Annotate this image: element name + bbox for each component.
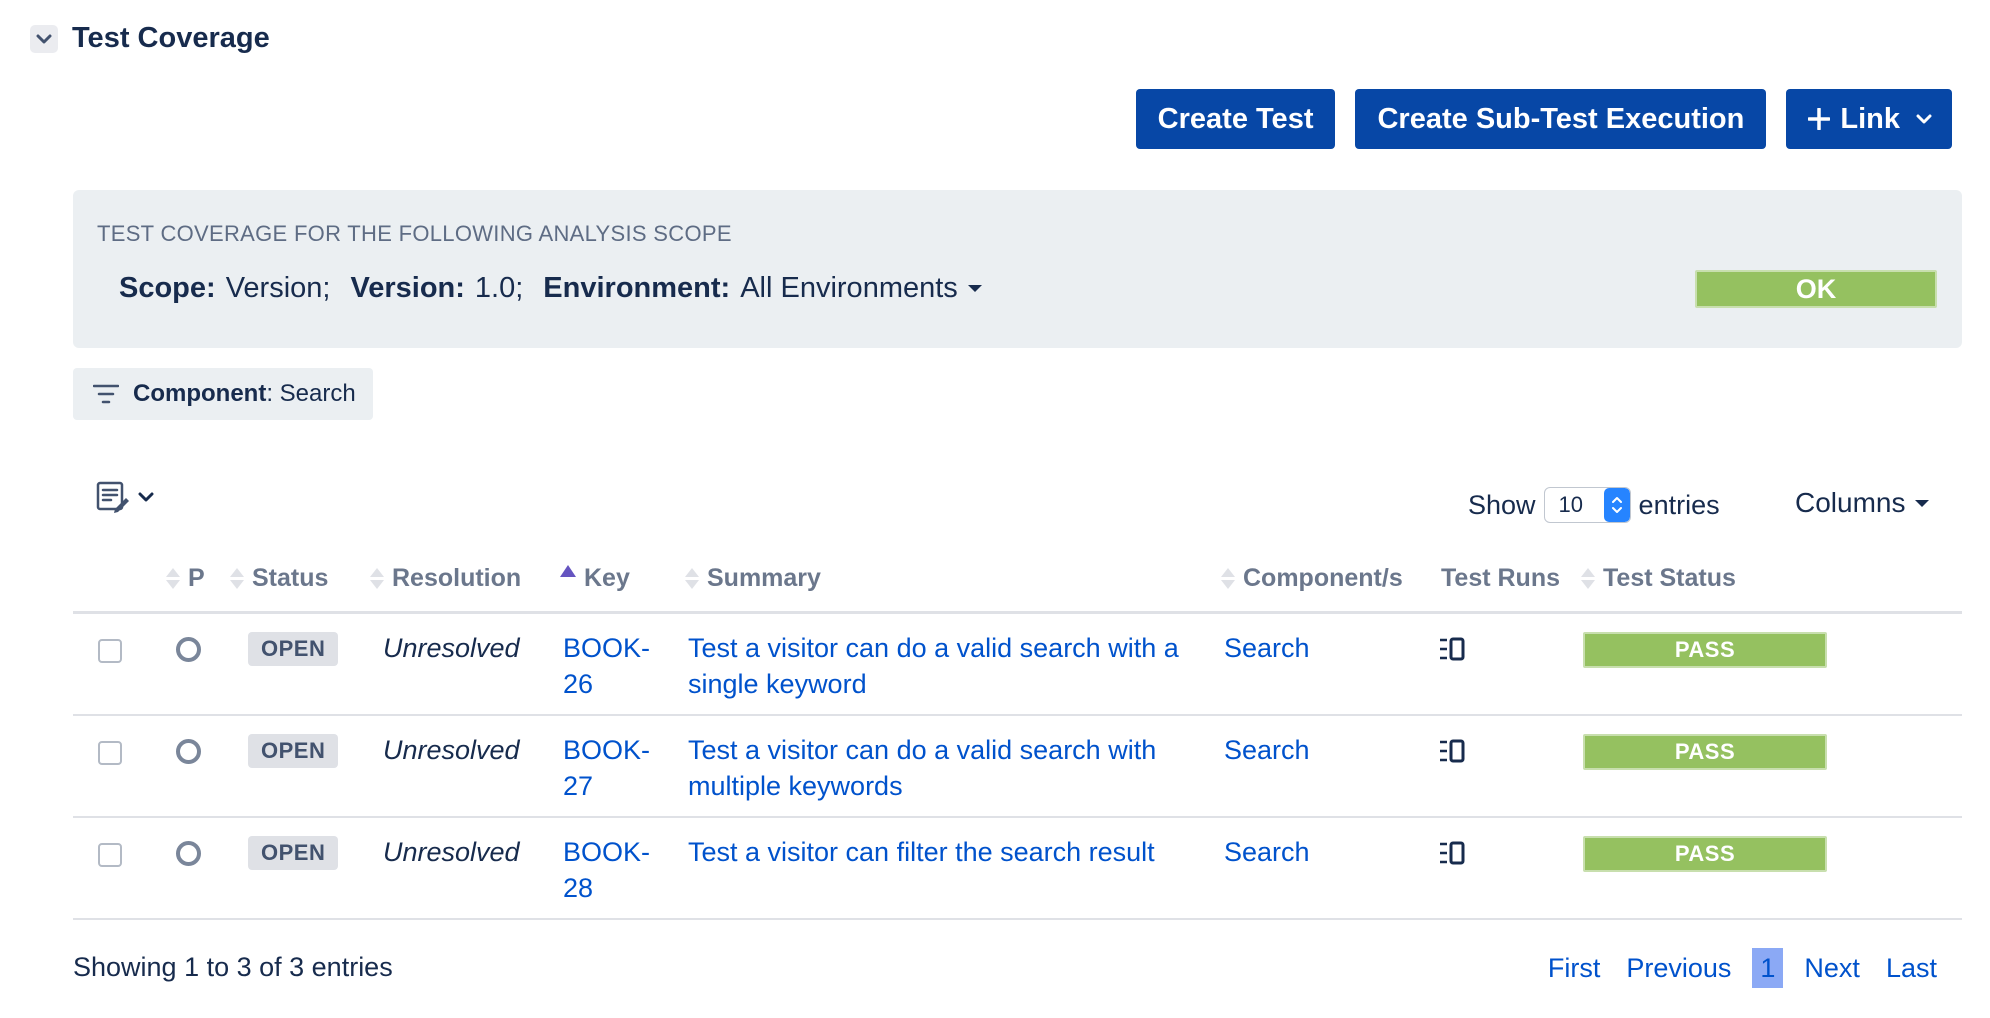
chevron-down-icon	[138, 492, 154, 502]
issue-key-link[interactable]: BOOK-28	[563, 834, 653, 906]
pagination-first[interactable]: First	[1535, 948, 1613, 988]
scope-summary: Scope: Version; Version: 1.0; Environmen…	[119, 272, 982, 305]
table-row: OPEN Unresolved BOOK-28 Test a visitor c…	[73, 818, 1962, 920]
show-entries-control: Show 10 entries	[1468, 487, 1720, 523]
test-coverage-table: P Status Resolution Key Summary Componen…	[73, 550, 1962, 920]
issue-key-link[interactable]: BOOK-26	[563, 630, 653, 702]
filter-label: Component	[133, 380, 267, 407]
summary-link[interactable]: Test a visitor can do a valid search wit…	[688, 732, 1188, 804]
component-link[interactable]: Search	[1224, 834, 1310, 870]
create-test-button[interactable]: Create Test	[1135, 89, 1336, 149]
component-link[interactable]: Search	[1224, 630, 1310, 666]
row-checkbox[interactable]	[98, 843, 122, 867]
priority-circle-icon	[176, 637, 201, 662]
environment-label: Environment:	[543, 272, 731, 304]
section-title: Test Coverage	[72, 22, 270, 54]
pagination-next[interactable]: Next	[1791, 948, 1873, 988]
row-checkbox[interactable]	[98, 741, 122, 765]
priority-circle-icon	[176, 739, 201, 764]
resolution-cell: Unresolved	[383, 633, 520, 663]
pagination-previous[interactable]: Previous	[1613, 948, 1744, 988]
column-header-test-status[interactable]: Test Status	[1581, 564, 1736, 593]
create-sub-test-execution-button[interactable]: Create Sub-Test Execution	[1355, 89, 1767, 149]
column-header-resolution[interactable]: Resolution	[370, 564, 521, 593]
edit-list-icon	[96, 481, 129, 513]
link-button-label: Link	[1840, 102, 1900, 135]
sort-ascending-icon	[560, 564, 576, 577]
sort-icon	[685, 568, 699, 589]
status-lozenge: OPEN	[248, 734, 339, 768]
version-label: Version:	[350, 272, 465, 304]
version-value: 1.0;	[474, 272, 524, 304]
sort-icon	[370, 568, 384, 589]
sort-icon	[230, 568, 244, 589]
action-buttons: Create Test Create Sub-Test Execution Li…	[1135, 89, 1952, 149]
columns-menu[interactable]: Columns	[1795, 487, 1930, 519]
pagination-current-page[interactable]: 1	[1752, 948, 1784, 988]
test-runs-icon[interactable]	[1438, 840, 1468, 871]
environment-value: All Environments	[740, 272, 958, 304]
scope-value: Version;	[225, 272, 331, 304]
pagination: First Previous 1 Next Last	[1535, 948, 1950, 988]
section-header: Test Coverage	[30, 22, 270, 55]
table-options-menu[interactable]	[96, 480, 154, 514]
test-status-badge: PASS	[1583, 836, 1827, 872]
status-lozenge: OPEN	[248, 632, 339, 666]
sort-icon	[1221, 568, 1235, 589]
entries-per-page-select[interactable]: 10	[1543, 487, 1631, 523]
table-row: OPEN Unresolved BOOK-27 Test a visitor c…	[73, 716, 1962, 818]
entries-label: entries	[1638, 489, 1720, 520]
filter-icon	[93, 384, 119, 404]
table-header: P Status Resolution Key Summary Componen…	[73, 550, 1962, 614]
scope-label: Scope:	[119, 272, 216, 304]
status-lozenge: OPEN	[248, 836, 339, 870]
column-header-status[interactable]: Status	[230, 564, 328, 593]
test-coverage-page: Test Coverage Create Test Create Sub-Tes…	[0, 0, 1990, 1018]
stepper-icon	[1603, 488, 1630, 522]
analysis-scope-panel: TEST COVERAGE FOR THE FOLLOWING ANALYSIS…	[73, 190, 1962, 348]
link-button[interactable]: Link	[1786, 89, 1952, 149]
component-filter-chip[interactable]: Component: Search	[73, 368, 373, 420]
chevron-down-icon[interactable]	[30, 24, 58, 53]
entries-summary: Showing 1 to 3 of 3 entries	[73, 952, 393, 982]
test-status-badge: PASS	[1583, 632, 1827, 668]
scope-heading: TEST COVERAGE FOR THE FOLLOWING ANALYSIS…	[97, 221, 732, 246]
plus-icon	[1808, 108, 1831, 130]
entries-value: 10	[1558, 492, 1584, 517]
test-runs-icon[interactable]	[1438, 738, 1468, 769]
chevron-down-icon	[1916, 114, 1932, 124]
priority-circle-icon	[176, 841, 201, 866]
table-row: OPEN Unresolved BOOK-26 Test a visitor c…	[73, 614, 1962, 716]
columns-label: Columns	[1795, 487, 1906, 518]
resolution-cell: Unresolved	[383, 735, 520, 765]
summary-link[interactable]: Test a visitor can filter the search res…	[688, 834, 1188, 870]
column-header-components[interactable]: Component/s	[1221, 564, 1403, 593]
issue-key-link[interactable]: BOOK-27	[563, 732, 653, 804]
column-header-test-runs: Test Runs	[1441, 564, 1560, 592]
resolution-cell: Unresolved	[383, 837, 520, 867]
test-status-badge: PASS	[1583, 734, 1827, 770]
column-header-priority[interactable]: P	[166, 564, 205, 593]
show-label: Show	[1468, 489, 1536, 520]
caret-down-icon	[1915, 499, 1930, 507]
summary-link[interactable]: Test a visitor can do a valid search wit…	[688, 630, 1188, 702]
sort-icon	[166, 568, 180, 589]
column-header-key[interactable]: Key	[560, 564, 630, 593]
environment-dropdown[interactable]: All Environments	[740, 272, 982, 305]
pagination-last[interactable]: Last	[1873, 948, 1950, 988]
caret-down-icon	[967, 285, 982, 292]
column-header-summary[interactable]: Summary	[685, 564, 821, 593]
component-link[interactable]: Search	[1224, 732, 1310, 768]
filter-value: : Search	[266, 380, 356, 407]
test-runs-icon[interactable]	[1438, 636, 1468, 667]
sort-icon	[1581, 568, 1595, 589]
coverage-status-badge: OK	[1695, 270, 1937, 308]
row-checkbox[interactable]	[98, 639, 122, 663]
